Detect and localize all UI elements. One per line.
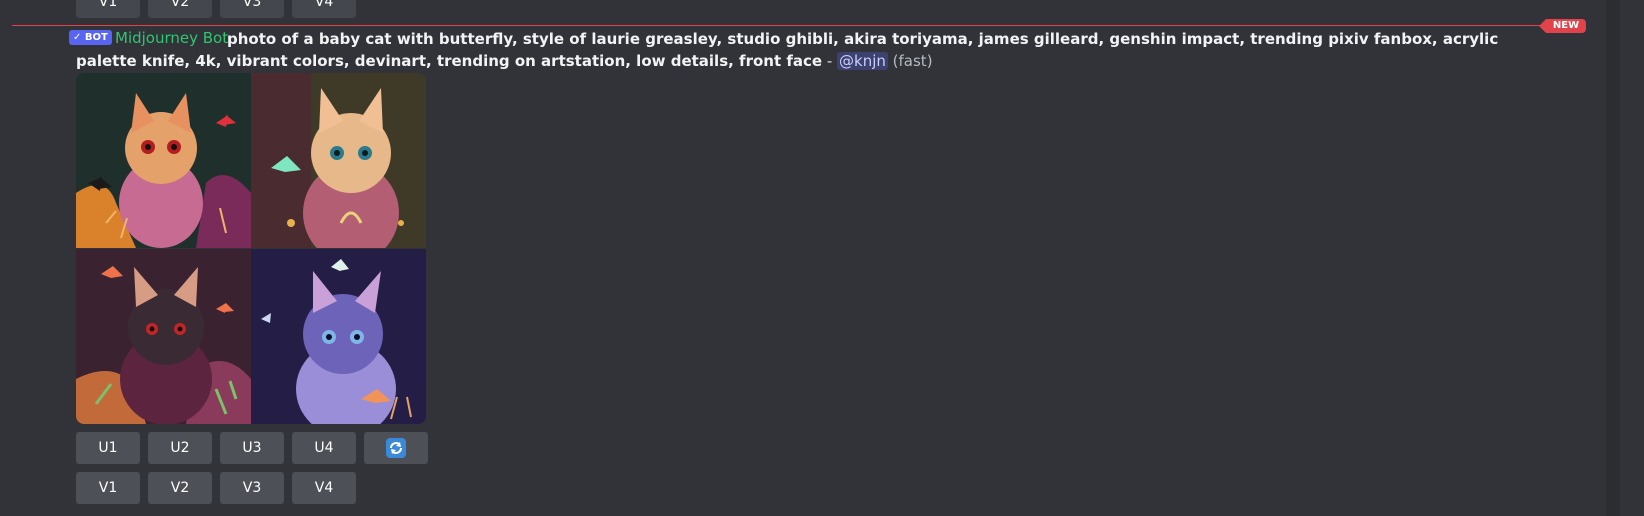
image-grid[interactable] bbox=[76, 73, 426, 424]
upscale-u4-button[interactable]: U4 bbox=[292, 432, 356, 464]
top-v3-button[interactable]: V3 bbox=[220, 0, 284, 18]
top-v2-button[interactable]: V2 bbox=[148, 0, 212, 18]
new-messages-divider bbox=[12, 25, 1547, 26]
upscale-u2-button[interactable]: U2 bbox=[148, 432, 212, 464]
chat-page: V1 V2 V3 V4 NEW ✓ BOT Midjourney Bot pho… bbox=[0, 0, 1644, 516]
reroll-button[interactable] bbox=[364, 432, 428, 464]
variation-v1-button[interactable]: V1 bbox=[76, 472, 140, 504]
separator: - bbox=[822, 52, 838, 70]
kitten-image-3[interactable] bbox=[76, 249, 251, 424]
variation-v2-button[interactable]: V2 bbox=[148, 472, 212, 504]
kitten-image-1[interactable] bbox=[76, 73, 251, 248]
variation-v3-button[interactable]: V3 bbox=[220, 472, 284, 504]
message-content: photo of a baby cat with butterfly, styl… bbox=[76, 28, 1516, 72]
user-mention[interactable]: @knjn bbox=[837, 52, 888, 70]
kitten-image-4[interactable] bbox=[251, 249, 426, 424]
new-badge: NEW bbox=[1539, 19, 1586, 33]
prompt-text: photo of a baby cat with butterfly, styl… bbox=[76, 30, 1499, 70]
speed-label: (fast) bbox=[892, 52, 933, 70]
kitten-image-2[interactable] bbox=[251, 73, 426, 248]
top-v1-button[interactable]: V1 bbox=[76, 0, 140, 18]
scrollbar[interactable] bbox=[1606, 0, 1620, 516]
variation-v4-button[interactable]: V4 bbox=[292, 472, 356, 504]
upscale-u1-button[interactable]: U1 bbox=[76, 432, 140, 464]
top-v4-button[interactable]: V4 bbox=[292, 0, 356, 18]
refresh-icon bbox=[386, 438, 406, 458]
upscale-u3-button[interactable]: U3 bbox=[220, 432, 284, 464]
